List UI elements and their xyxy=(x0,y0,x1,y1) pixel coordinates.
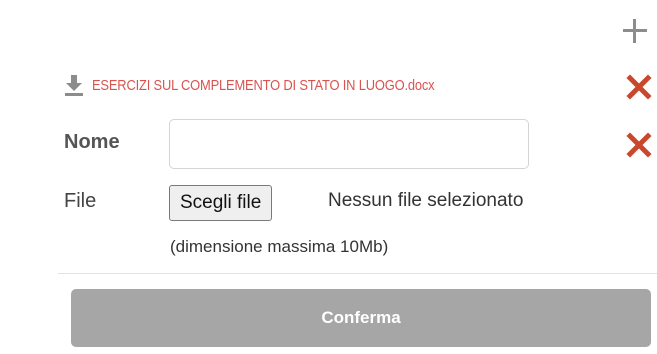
name-input[interactable] xyxy=(169,119,529,169)
add-attachment-button[interactable] xyxy=(621,17,649,45)
download-icon[interactable] xyxy=(64,74,84,96)
remove-attachment-button[interactable] xyxy=(626,74,652,100)
name-label: Nome xyxy=(64,131,120,153)
choose-file-button[interactable]: Scegli file xyxy=(169,185,273,221)
no-file-text: Nessun file selezionato xyxy=(328,190,524,211)
size-note: (dimensione massima 10Mb) xyxy=(170,237,389,256)
attachment-row: ESERCIZI SUL COMPLEMENTO DI STATO IN LUO… xyxy=(64,70,604,100)
remove-name-button[interactable] xyxy=(626,132,652,158)
attachment-link[interactable]: ESERCIZI SUL COMPLEMENTO DI STATO IN LUO… xyxy=(92,77,435,94)
confirm-button[interactable]: Conferma xyxy=(71,289,651,347)
file-label: File xyxy=(64,190,97,212)
close-icon xyxy=(626,132,652,158)
divider xyxy=(58,273,657,274)
close-icon xyxy=(626,74,652,100)
